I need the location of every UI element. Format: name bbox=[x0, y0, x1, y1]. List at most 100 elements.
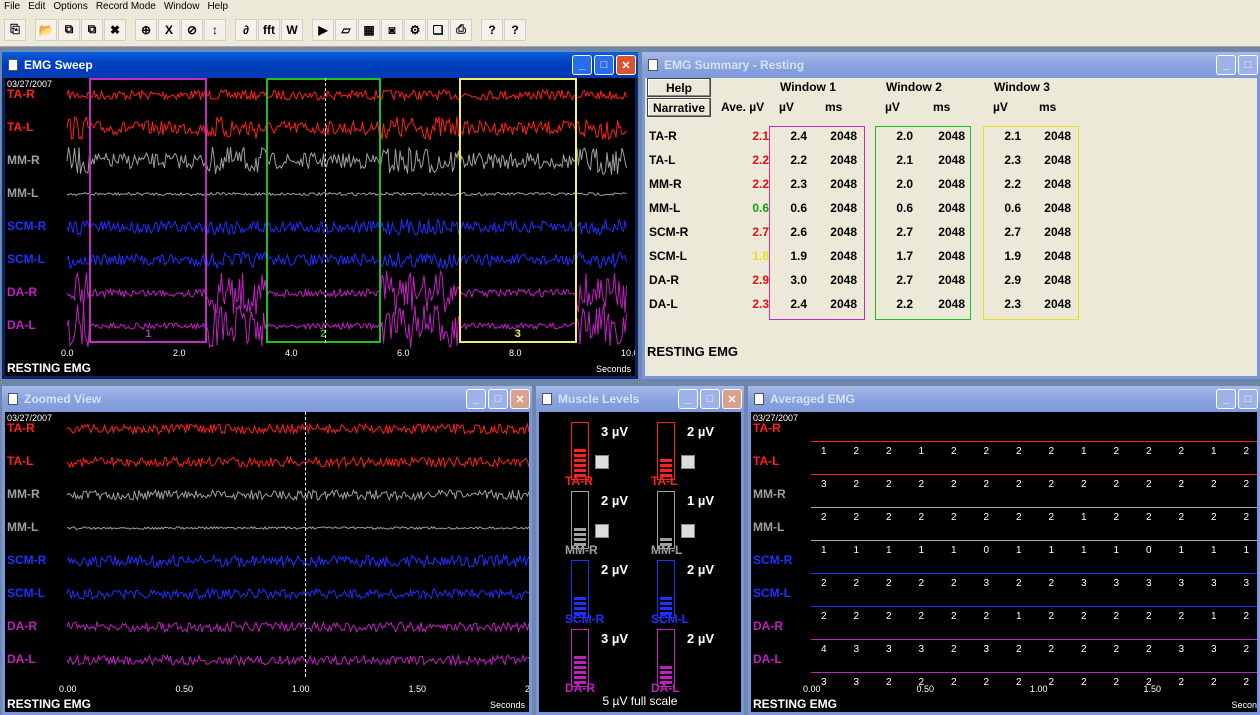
menu-edit[interactable]: Edit bbox=[24, 1, 49, 13]
average-value: 2 bbox=[1178, 446, 1185, 457]
time-cursor[interactable] bbox=[324, 78, 326, 343]
average-value: 2 bbox=[1113, 479, 1120, 490]
analysis-window-3[interactable] bbox=[459, 78, 577, 343]
minimize-button[interactable]: _ bbox=[1216, 389, 1236, 409]
level-segment bbox=[574, 676, 586, 679]
time-cursor[interactable] bbox=[304, 412, 306, 677]
average-value: 1 bbox=[1243, 545, 1250, 556]
excel-icon[interactable]: X bbox=[158, 18, 180, 41]
maximize-button[interactable]: □ bbox=[1238, 55, 1258, 75]
minimize-button[interactable]: _ bbox=[678, 389, 698, 409]
clipboard-icon[interactable]: ⎘ bbox=[4, 18, 26, 41]
menu-options[interactable]: Options bbox=[49, 1, 91, 13]
minimize-button[interactable]: _ bbox=[466, 389, 486, 409]
analysis-window-1[interactable] bbox=[89, 78, 207, 343]
average-value: 3 bbox=[821, 677, 827, 688]
ms-header: ms bbox=[1039, 100, 1057, 114]
level-segment bbox=[660, 459, 672, 462]
emg-sweep-titlebar[interactable]: EMG Sweep _ □ ✕ bbox=[2, 52, 638, 78]
menu-record-mode[interactable]: Record Mode bbox=[92, 1, 160, 13]
close-button[interactable]: ✕ bbox=[616, 55, 636, 75]
spiral-icon[interactable]: ∂ bbox=[235, 18, 257, 41]
average-value: 0 bbox=[983, 545, 990, 556]
average-value: 2 bbox=[1113, 644, 1120, 655]
average-value: 1 bbox=[1211, 545, 1217, 556]
close-button[interactable]: ✕ bbox=[722, 389, 742, 409]
grid-icon[interactable]: ▦ bbox=[358, 18, 380, 41]
level-value: 2 µV bbox=[601, 493, 629, 508]
trace-mm-l bbox=[66, 525, 529, 531]
window-ms-value: 2048 bbox=[830, 249, 857, 263]
x-tick-label: 0.50 bbox=[916, 684, 935, 694]
paste-icon[interactable]: ⧉ bbox=[81, 18, 103, 41]
channel-toggle-checkbox[interactable] bbox=[681, 455, 695, 469]
average-trace-mm-r bbox=[811, 507, 1257, 508]
window-uv-value: 2.1 bbox=[896, 153, 913, 167]
emg-summary-titlebar[interactable]: EMG Summary - Resting _ □ bbox=[642, 52, 1260, 78]
open-icon[interactable]: 📂 bbox=[35, 18, 57, 41]
average-value: 2 bbox=[1146, 512, 1152, 523]
zoomed-view-plot[interactable]: 03/27/2007 RESTING EMG Seconds TA-R TA-L M… bbox=[5, 412, 529, 712]
delete-icon[interactable]: ✖ bbox=[104, 18, 126, 41]
channel-toggle-checkbox[interactable] bbox=[681, 524, 695, 538]
eraser-icon[interactable]: ▱ bbox=[335, 18, 357, 41]
copy-icon[interactable]: ⧉ bbox=[58, 18, 80, 41]
document-icon bbox=[8, 393, 18, 405]
narrative-button[interactable]: Narrative bbox=[647, 98, 711, 117]
updown-icon[interactable]: ↕ bbox=[204, 18, 226, 41]
context-help-icon[interactable]: ? bbox=[504, 18, 526, 41]
row-label-da-r: DA-R bbox=[649, 273, 679, 287]
average-value: 3 bbox=[853, 644, 860, 655]
average-value: 2 bbox=[853, 479, 860, 490]
menu-file[interactable]: File bbox=[0, 1, 24, 13]
zoom-icon[interactable]: ⊕ bbox=[135, 18, 157, 41]
channel-toggle-checkbox[interactable] bbox=[595, 455, 609, 469]
maximize-button[interactable]: □ bbox=[700, 389, 720, 409]
window-uv-value: 2.9 bbox=[1004, 273, 1021, 287]
averaged-emg-plot[interactable]: 03/27/2007 RESTING EMG Secon TA-R 1 2 2 1 2 2 2… bbox=[751, 412, 1257, 712]
window-title: Zoomed View bbox=[24, 392, 102, 406]
average-value: 2 bbox=[821, 512, 827, 523]
menu-window[interactable]: Window bbox=[160, 1, 204, 13]
average-value: 2 bbox=[951, 446, 957, 457]
window-uv-value: 2.7 bbox=[1004, 225, 1021, 239]
zoomed-view-titlebar[interactable]: Zoomed View _ □ ✕ bbox=[2, 386, 532, 412]
fft-icon[interactable]: fft bbox=[258, 18, 280, 41]
x-tick-label: 0.00 bbox=[59, 684, 77, 694]
print-icon[interactable]: ⎙ bbox=[450, 18, 472, 41]
pages-icon[interactable]: ❏ bbox=[427, 18, 449, 41]
camera-icon[interactable]: ▶ bbox=[312, 18, 334, 41]
help-icon[interactable]: ? bbox=[481, 18, 503, 41]
window-uv-value: 1.9 bbox=[790, 249, 807, 263]
w-icon[interactable]: W bbox=[281, 18, 303, 41]
minimize-button[interactable]: _ bbox=[572, 55, 592, 75]
channel-toggle-checkbox[interactable] bbox=[595, 524, 609, 538]
averaged-emg-titlebar[interactable]: Averaged EMG _ □ bbox=[748, 386, 1260, 412]
maximize-button[interactable]: □ bbox=[1238, 389, 1258, 409]
maximize-button[interactable]: □ bbox=[594, 55, 614, 75]
average-value: 2 bbox=[951, 677, 957, 688]
uv-header: µV bbox=[779, 100, 794, 114]
analysis-window-2[interactable] bbox=[265, 78, 381, 343]
level-segment bbox=[660, 676, 672, 679]
minimize-button[interactable]: _ bbox=[1216, 55, 1236, 75]
menu-help[interactable]: Help bbox=[203, 1, 232, 13]
average-trace-ta-r bbox=[811, 441, 1257, 442]
muscle-name-ta-l: TA-L bbox=[651, 474, 678, 488]
photo-icon[interactable]: ◙ bbox=[381, 18, 403, 41]
average-value: 1 bbox=[1081, 512, 1087, 523]
maximize-button[interactable]: □ bbox=[488, 389, 508, 409]
window-uv-value: 2.0 bbox=[896, 129, 913, 143]
average-value: 3 bbox=[1211, 644, 1217, 655]
close-button[interactable]: ✕ bbox=[510, 389, 530, 409]
average-value: 1 bbox=[821, 446, 827, 457]
muscle-levels-titlebar[interactable]: Muscle Levels _ □ ✕ bbox=[536, 386, 744, 412]
stop-icon[interactable]: ⊘ bbox=[181, 18, 203, 41]
movie-icon[interactable]: ⚙ bbox=[404, 18, 426, 41]
document-icon bbox=[542, 393, 552, 405]
help-button[interactable]: Help bbox=[647, 78, 711, 97]
window-header-2: Window 2 bbox=[886, 80, 942, 94]
emg-sweep-plot[interactable]: 03/27/2007 RESTING EMG Seconds TA-R TA-L M… bbox=[5, 78, 635, 376]
averaged-footer: RESTING EMG bbox=[753, 697, 838, 711]
channel-label-ta-l: TA-L bbox=[7, 120, 34, 134]
